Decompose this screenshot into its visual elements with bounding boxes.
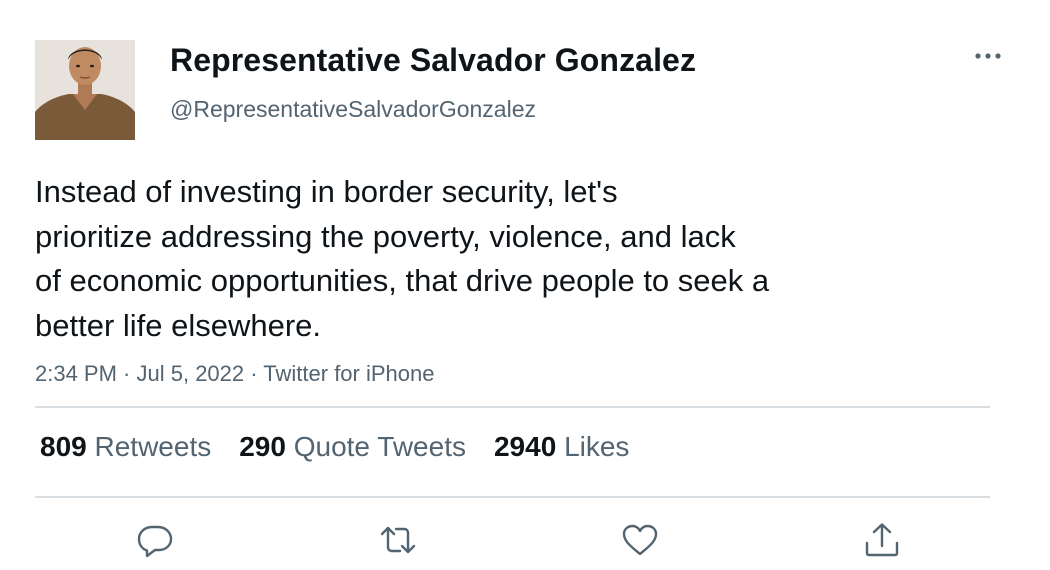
divider bbox=[35, 496, 990, 498]
tweet-text-line: better life elsewhere. bbox=[35, 307, 322, 343]
retweets-label: Retweets bbox=[94, 431, 212, 462]
avatar[interactable] bbox=[35, 40, 135, 140]
likes-stat[interactable]: 2940 Likes bbox=[494, 431, 629, 463]
author-display-name[interactable]: Representative Salvador Gonzalez bbox=[170, 42, 696, 79]
meta-separator: · bbox=[244, 361, 264, 386]
like-button[interactable] bbox=[620, 520, 660, 560]
engagement-stats: 809 Retweets 290 Quote Tweets 2940 Likes bbox=[40, 431, 629, 463]
reply-button[interactable] bbox=[135, 520, 175, 560]
quote-tweets-stat[interactable]: 290 Quote Tweets bbox=[239, 431, 466, 463]
profile-photo-icon bbox=[35, 40, 135, 140]
share-icon bbox=[865, 523, 899, 557]
more-horizontal-icon bbox=[975, 53, 1001, 59]
retweets-count: 809 bbox=[40, 431, 87, 462]
tweet-card: Representative Salvador Gonzalez @Repres… bbox=[0, 0, 1050, 570]
reply-icon bbox=[137, 525, 173, 558]
tweet-text-line: prioritize addressing the poverty, viole… bbox=[35, 218, 736, 254]
share-button[interactable] bbox=[862, 520, 902, 560]
retweet-button[interactable] bbox=[378, 520, 418, 560]
tweet-source[interactable]: Twitter for iPhone bbox=[263, 361, 434, 386]
retweets-stat[interactable]: 809 Retweets bbox=[40, 431, 211, 463]
quote-tweets-count: 290 bbox=[239, 431, 286, 462]
tweet-text: Instead of investing in border security,… bbox=[35, 170, 935, 348]
retweet-icon bbox=[380, 526, 416, 554]
tweet-metadata: 2:34 PM · Jul 5, 2022 · Twitter for iPho… bbox=[35, 361, 434, 387]
likes-label: Likes bbox=[564, 431, 630, 462]
meta-separator: · bbox=[116, 361, 137, 386]
tweet-text-line: of economic opportunities, that drive pe… bbox=[35, 263, 770, 298]
quote-tweets-label: Quote Tweets bbox=[293, 431, 466, 462]
tweet-time[interactable]: 2:34 PM bbox=[35, 361, 117, 386]
likes-count: 2940 bbox=[493, 431, 557, 462]
more-options-button[interactable] bbox=[968, 42, 1008, 70]
tweet-date[interactable]: Jul 5, 2022 bbox=[137, 361, 245, 386]
divider bbox=[35, 406, 990, 408]
tweet-text-line: Instead of investing in border security,… bbox=[35, 174, 618, 209]
like-icon bbox=[622, 524, 658, 556]
author-handle[interactable]: @RepresentativeSalvadorGonzalez bbox=[170, 96, 536, 123]
